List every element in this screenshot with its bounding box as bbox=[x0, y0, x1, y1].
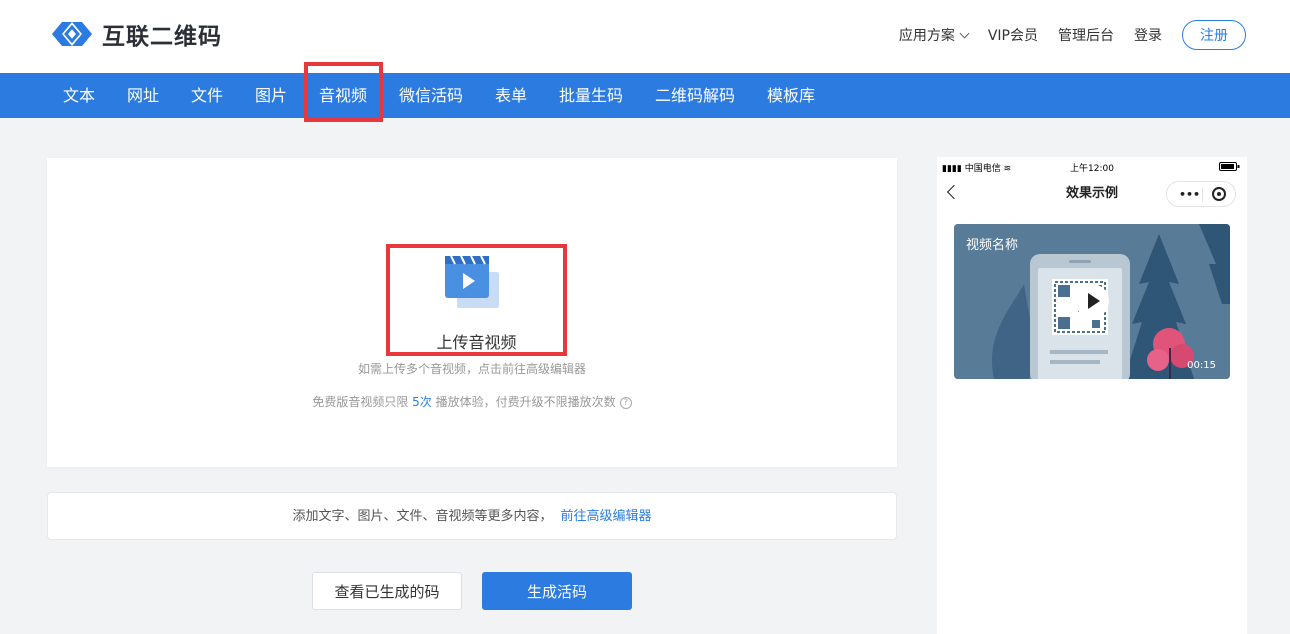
view-generated-button[interactable]: 查看已生成的码 bbox=[312, 572, 462, 610]
register-button[interactable]: 注册 bbox=[1182, 20, 1246, 50]
chevron-down-icon bbox=[959, 28, 970, 39]
tab-image[interactable]: 图片 bbox=[255, 73, 287, 118]
mini-program-capsule: ••• bbox=[1166, 181, 1236, 207]
active-tab-highlight bbox=[304, 62, 383, 122]
logo-icon bbox=[52, 22, 92, 46]
play-icon[interactable] bbox=[1075, 284, 1109, 318]
more-icon[interactable]: ••• bbox=[1179, 188, 1200, 201]
header-nav: 应用方案 VIP会员 管理后台 登录 注册 bbox=[899, 20, 1246, 50]
free-limit-hint: 免费版音视频只限 5次 播放体验，付费升级不限播放次数? bbox=[47, 393, 897, 410]
video-duration: 00:15 bbox=[1187, 360, 1216, 371]
vip-link[interactable]: VIP会员 bbox=[988, 25, 1038, 45]
site-header: 互联二维码 应用方案 VIP会员 管理后台 登录 注册 bbox=[0, 0, 1290, 73]
battery-icon bbox=[1219, 162, 1240, 171]
capsule-divider bbox=[1202, 188, 1203, 202]
solutions-label: 应用方案 bbox=[898, 28, 955, 44]
tab-url[interactable]: 网址 bbox=[127, 73, 159, 118]
tab-form[interactable]: 表单 bbox=[495, 73, 527, 118]
video-name: 视频名称 bbox=[966, 238, 1019, 253]
phone-preview: ▮▮▮▮ 中国电信 ≋ 上午12:00 效果示例 ••• 视频名称 00:15 bbox=[937, 157, 1247, 634]
tab-file[interactable]: 文件 bbox=[191, 73, 223, 118]
free-limit-text: 免费版音视频只限 bbox=[312, 395, 413, 409]
tab-batch[interactable]: 批量生码 bbox=[559, 73, 623, 118]
video-upload-icon bbox=[445, 256, 499, 308]
free-limit-count: 5次 bbox=[412, 395, 432, 409]
tab-decode[interactable]: 二维码解码 bbox=[655, 73, 735, 118]
solutions-menu[interactable]: 应用方案 bbox=[898, 25, 970, 45]
video-preview-card[interactable]: 视频名称 00:15 bbox=[954, 224, 1230, 379]
status-bar: ▮▮▮▮ 中国电信 ≋ 上午12:00 bbox=[937, 157, 1247, 177]
tab-wechat-code[interactable]: 微信活码 bbox=[399, 73, 463, 118]
question-circle-icon[interactable]: ? bbox=[619, 396, 632, 409]
multi-upload-hint: 如需上传多个音视频，点击前往高级编辑器 bbox=[357, 362, 586, 376]
status-time: 上午12:00 bbox=[1070, 164, 1114, 174]
tab-templates[interactable]: 模板库 bbox=[767, 73, 815, 118]
tab-text[interactable]: 文本 bbox=[63, 73, 95, 118]
more-content-text: 添加文字、图片、文件、音视频等更多内容， bbox=[292, 509, 553, 524]
advanced-editor-link[interactable]: 前往高级编辑器 bbox=[561, 509, 652, 524]
logo-text: 互联二维码 bbox=[102, 24, 222, 50]
free-limit-text-end: 播放体验，付费升级不限播放次数 bbox=[431, 395, 616, 409]
category-tabs: 文本 网址 文件 图片 音视频 微信活码 表单 批量生码 二维码解码 模板库 bbox=[0, 73, 1290, 118]
generate-button[interactable]: 生成活码 bbox=[482, 572, 632, 610]
upload-label: 上传音视频 bbox=[436, 333, 517, 352]
close-target-icon[interactable] bbox=[1212, 187, 1226, 201]
admin-link[interactable]: 管理后台 bbox=[1058, 25, 1114, 45]
login-link[interactable]: 登录 bbox=[1134, 25, 1162, 45]
more-content-bar: 添加文字、图片、文件、音视频等更多内容， 前往高级编辑器 bbox=[47, 492, 897, 540]
logo[interactable]: 互联二维码 bbox=[48, 16, 222, 52]
